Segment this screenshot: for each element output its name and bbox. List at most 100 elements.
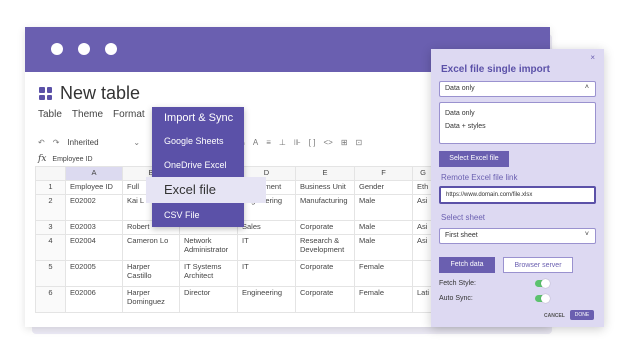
table-cell[interactable]: Sales	[237, 220, 296, 235]
column-header-a[interactable]: A	[65, 166, 123, 181]
menu-table[interactable]: Table	[38, 109, 62, 120]
merge-icon[interactable]: ⊡	[356, 138, 363, 147]
formula-bar: fx Employee ID	[38, 154, 93, 164]
window-dot-1	[51, 43, 63, 55]
page-title: New table	[39, 83, 140, 104]
column-header-f[interactable]: F	[354, 166, 413, 181]
import-sync-header: Import & Sync	[164, 112, 234, 124]
menu-theme[interactable]: Theme	[72, 109, 103, 120]
table-cell[interactable]: Corporate	[295, 286, 355, 313]
row-number: 3	[35, 220, 66, 235]
row-number: 2	[35, 194, 66, 221]
row-number: 4	[35, 234, 66, 261]
insert-column-icon[interactable]: ⊪	[294, 138, 301, 147]
redo-icon[interactable]: ↷	[53, 138, 60, 147]
row-number: 5	[35, 260, 66, 287]
chevron-down-icon: ˅	[584, 231, 589, 238]
import-sync-menu: Import & Sync Google Sheets OneDrive Exc…	[146, 107, 266, 227]
done-button[interactable]: DONE	[570, 310, 594, 320]
menu-item-excel-file[interactable]: Excel file	[146, 177, 266, 203]
option-data-styles[interactable]: Data + styles	[445, 120, 590, 133]
table-cell[interactable]: E02002	[65, 194, 123, 221]
chevron-down-icon[interactable]: ⌄	[133, 138, 140, 147]
table-cell[interactable]: Corporate	[295, 260, 355, 287]
table-cell[interactable]: Manufacturing	[295, 194, 355, 221]
table-cell[interactable]: Corporate	[295, 220, 355, 235]
menu-item-google-sheets[interactable]: Google Sheets	[152, 129, 244, 153]
table-cell[interactable]: Male	[354, 234, 413, 261]
table-cell[interactable]: IT Systems Architect	[179, 260, 238, 287]
table-cell[interactable]: Research & Development	[295, 234, 355, 261]
table-cell[interactable]: Male	[354, 194, 413, 221]
close-icon[interactable]: ×	[590, 53, 595, 62]
table-cell[interactable]: Harper Dominguez	[122, 286, 180, 313]
table-cell[interactable]: Gender	[354, 180, 413, 195]
table-cell[interactable]: E02004	[65, 234, 123, 261]
text-color-icon[interactable]: A	[253, 138, 258, 147]
menu-item-onedrive-excel[interactable]: OneDrive Excel	[152, 153, 244, 177]
corner-cell	[35, 166, 66, 181]
table-cell[interactable]: IT	[237, 234, 296, 261]
menubar: Table Theme Format	[38, 109, 145, 120]
table-cell[interactable]: Harper Castillo	[122, 260, 180, 287]
toolbar-right: ⌂ A ≡ ⊥ ⊪ [ ] <> ⊞ ⊡	[240, 133, 362, 151]
row-number: 6	[35, 286, 66, 313]
option-data-only[interactable]: Data only	[445, 107, 590, 120]
cancel-button[interactable]: CANCEL	[544, 313, 565, 319]
style-select-value: Inherited	[67, 137, 99, 147]
fetch-style-toggle[interactable]	[535, 279, 550, 288]
remote-link-label: Remote Excel file link	[441, 173, 518, 182]
fx-icon: fx	[38, 154, 47, 164]
select-excel-file-button[interactable]: Select Excel file	[439, 151, 509, 167]
fetch-data-button[interactable]: Fetch data	[439, 257, 495, 273]
formula-input[interactable]: Employee ID	[52, 156, 92, 163]
table-cell[interactable]: Female	[354, 286, 413, 313]
toolbar: ↶ ↷ Inherited ⌄	[38, 133, 140, 151]
chevron-up-icon: ˄	[584, 84, 589, 91]
sheet-select[interactable]: First sheet ˅	[439, 228, 596, 244]
table-row: 4 E02004 Cameron Lo Network Administrato…	[35, 234, 435, 261]
table-cell[interactable]: E02003	[65, 220, 123, 235]
mode-select[interactable]: Data only ˄	[439, 81, 596, 97]
table-row: 5 E02005 Harper Castillo IT Systems Arch…	[35, 260, 435, 287]
table-cell[interactable]: Network Administrator	[179, 234, 238, 261]
table-cell[interactable]: IT	[237, 260, 296, 287]
browser-server-button[interactable]: Browser server	[503, 257, 573, 273]
brackets-icon[interactable]: [ ]	[309, 138, 316, 147]
fetch-style-label: Fetch Style:	[439, 280, 476, 287]
table-cell[interactable]: E02006	[65, 286, 123, 313]
undo-icon[interactable]: ↶	[38, 138, 45, 147]
mode-select-value: Data only	[445, 85, 475, 92]
panel-title: Excel file single import	[441, 64, 550, 75]
window-dot-3	[105, 43, 117, 55]
row-number: 1	[35, 180, 66, 195]
valign-icon[interactable]: ⊥	[279, 138, 286, 147]
remote-link-value: https://www.domain.com/file.xlsx	[446, 192, 533, 198]
auto-sync-toggle[interactable]	[535, 294, 550, 303]
table-cell[interactable]: E02005	[65, 260, 123, 287]
window-dot-2	[78, 43, 90, 55]
style-select[interactable]: Inherited	[67, 138, 125, 147]
auto-sync-label: Auto Sync:	[439, 295, 473, 302]
table-cell[interactable]: Female	[354, 260, 413, 287]
table-cell[interactable]: Cameron Lo	[122, 234, 180, 261]
menu-item-csv-file[interactable]: CSV File	[152, 203, 244, 227]
table-cell[interactable]: Employee ID	[65, 180, 123, 195]
sheet-select-value: First sheet	[445, 232, 478, 239]
table-cell[interactable]: Engineering	[237, 286, 296, 313]
select-sheet-label: Select sheet	[441, 213, 486, 222]
table-row: 6 E02006 Harper Dominguez Director Engin…	[35, 286, 435, 313]
page-title-text: New table	[60, 83, 141, 103]
table-cell[interactable]: Business Unit	[295, 180, 355, 195]
mode-options-list: Data only Data + styles	[439, 102, 596, 144]
excel-import-panel: × Excel file single import Data only ˄ D…	[431, 49, 604, 327]
remote-link-input[interactable]: https://www.domain.com/file.xlsx	[439, 186, 596, 204]
table-cell[interactable]: Male	[354, 220, 413, 235]
align-icon[interactable]: ≡	[266, 138, 271, 147]
table-grid-icon	[39, 87, 52, 100]
table-cell[interactable]: Director	[179, 286, 238, 313]
table-icon[interactable]: ⊞	[341, 138, 348, 147]
code-icon[interactable]: <>	[323, 138, 332, 147]
menu-format[interactable]: Format	[113, 109, 145, 120]
column-header-e[interactable]: E	[295, 166, 355, 181]
